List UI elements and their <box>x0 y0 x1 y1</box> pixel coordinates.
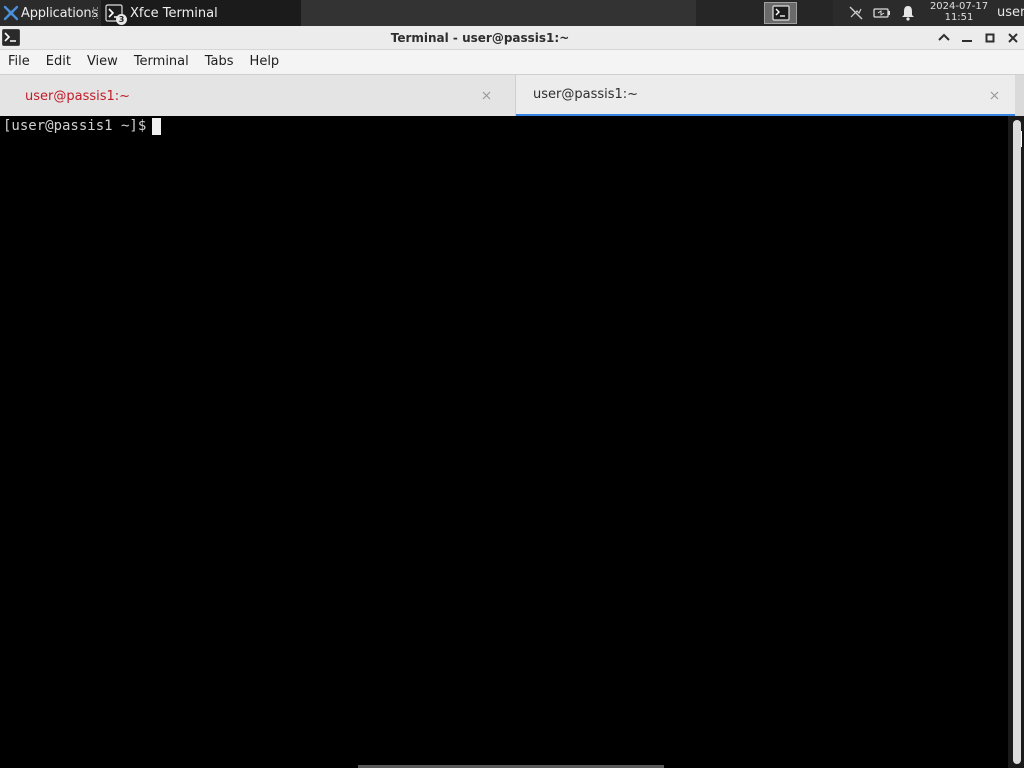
text-cursor <box>152 117 162 135</box>
maximize-icon <box>985 33 995 43</box>
close-icon <box>482 91 490 99</box>
top-panel: Applications 3 Xfce Terminal 2024-07-17 … <box>0 0 1024 26</box>
menu-edit[interactable]: Edit <box>38 50 79 74</box>
panel-separator <box>93 7 98 19</box>
tab-bar: user@passis1:~ user@passis1:~ <box>0 74 1024 117</box>
prompt-line: [user@passis1 ~]$ <box>3 117 162 135</box>
notifications-tray-button[interactable] <box>898 0 918 26</box>
tab-label: user@passis1:~ <box>25 88 131 104</box>
tab-close-button[interactable] <box>986 87 1002 103</box>
window-title: Terminal - user@passis1:~ <box>390 31 570 45</box>
maximize-button[interactable] <box>979 28 1001 48</box>
panel-empty-space <box>301 0 696 26</box>
taskbar-button-terminal[interactable]: 3 Xfce Terminal <box>101 0 301 26</box>
terminal-icon: 3 <box>105 4 127 25</box>
tab-close-button[interactable] <box>478 87 494 103</box>
menu-help[interactable]: Help <box>242 50 288 74</box>
workspace-button[interactable] <box>764 2 797 24</box>
shade-button[interactable] <box>933 28 955 48</box>
tab-terminal-1[interactable]: user@passis1:~ <box>0 75 516 117</box>
terminal-view[interactable]: [user@passis1 ~]$ <box>0 116 1008 768</box>
minimize-icon <box>962 40 972 42</box>
shell-prompt: [user@passis1 ~]$ <box>3 118 147 134</box>
clock[interactable]: 2024-07-17 11:51 <box>928 1 990 25</box>
clock-date: 2024-07-17 <box>929 1 989 12</box>
close-icon <box>1008 33 1018 43</box>
close-button[interactable] <box>1002 28 1024 48</box>
window-count-badge: 3 <box>116 14 127 25</box>
applications-label: Applications <box>21 5 99 21</box>
vertical-scrollbar[interactable] <box>1008 116 1024 768</box>
user-menu[interactable]: user <box>997 5 1024 20</box>
battery-icon <box>873 8 890 18</box>
menu-bar: File Edit View Terminal Tabs Help <box>0 50 1024 74</box>
terminal-icon <box>771 5 790 21</box>
menu-file[interactable]: File <box>0 50 38 74</box>
tab-label: user@passis1:~ <box>533 87 639 102</box>
clock-time: 11:51 <box>944 12 974 23</box>
network-tray-button[interactable] <box>846 0 866 26</box>
scrollbar-thumb[interactable] <box>1013 120 1021 764</box>
menu-terminal[interactable]: Terminal <box>126 50 197 74</box>
taskbar-button-label: Xfce Terminal <box>130 5 218 21</box>
close-icon <box>990 91 998 99</box>
menu-view[interactable]: View <box>79 50 126 74</box>
bell-icon <box>902 6 914 21</box>
shade-up-icon <box>938 33 950 41</box>
network-disconnected-icon <box>849 6 863 20</box>
tab-terminal-2[interactable]: user@passis1:~ <box>516 75 1015 117</box>
xfce-mouse-icon <box>3 5 19 21</box>
window-titlebar[interactable]: Terminal - user@passis1:~ <box>0 26 1024 50</box>
applications-menu-button[interactable]: Applications <box>0 0 100 26</box>
battery-tray-button[interactable] <box>872 0 892 26</box>
menu-tabs[interactable]: Tabs <box>197 50 242 74</box>
minimize-button[interactable] <box>956 28 978 48</box>
tab-bar-end <box>1015 75 1024 117</box>
